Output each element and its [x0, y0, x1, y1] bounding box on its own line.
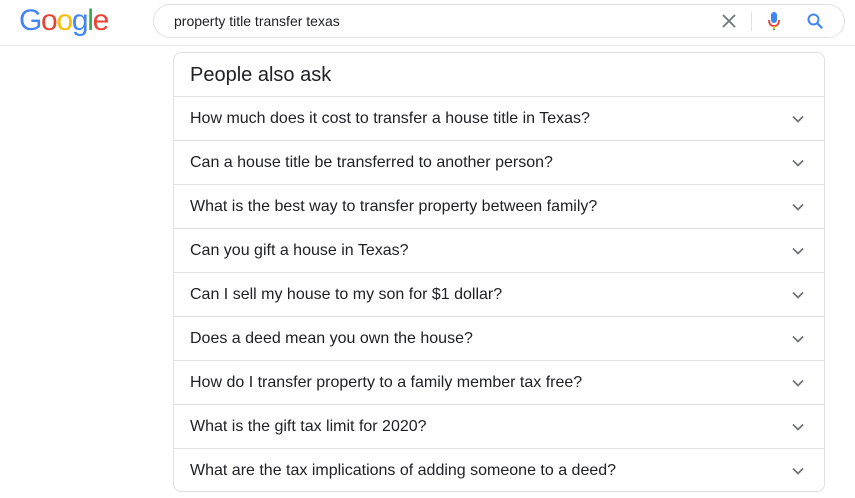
- chevron-down-icon: [792, 423, 804, 431]
- paa-question-text: Can I sell my house to my son for $1 dol…: [190, 285, 503, 303]
- paa-question-text: What are the tax implications of adding …: [190, 462, 617, 479]
- search-box: [153, 4, 845, 38]
- paa-question-item[interactable]: How do I transfer property to a family m…: [174, 361, 824, 405]
- clear-button[interactable]: [715, 5, 743, 37]
- search-submit-button[interactable]: [801, 5, 829, 37]
- paa-question-item[interactable]: Can a house title be transferred to anot…: [174, 141, 824, 185]
- logo-letter: G: [19, 4, 42, 37]
- chevron-down-icon: [792, 291, 804, 299]
- logo-letter: e: [92, 4, 110, 37]
- paa-question-text: How do I transfer property to a family m…: [190, 373, 583, 391]
- chevron-down-icon: [792, 335, 804, 343]
- paa-title: People also ask: [174, 53, 824, 97]
- logo-letter: o: [56, 4, 73, 37]
- paa-question-text: Can you gift a house in Texas?: [190, 241, 409, 259]
- google-logo[interactable]: Google: [19, 4, 110, 38]
- chevron-down-icon: [792, 379, 804, 387]
- paa-question-item[interactable]: What is the best way to transfer propert…: [174, 185, 824, 229]
- chevron-down-icon: [792, 467, 804, 475]
- chevron-down-icon: [792, 115, 804, 123]
- paa-question-text: How much does it cost to transfer a hous…: [190, 109, 590, 127]
- mic-icon: [768, 12, 780, 31]
- paa-question-text: Does a deed mean you own the house?: [190, 329, 473, 347]
- search-input[interactable]: [174, 5, 714, 37]
- chevron-down-icon: [792, 247, 804, 255]
- paa-question-item[interactable]: Does a deed mean you own the house?: [174, 317, 824, 361]
- paa-question-item[interactable]: How much does it cost to transfer a hous…: [174, 97, 824, 141]
- paa-question-text: What is the gift tax limit for 2020?: [190, 417, 427, 435]
- logo-letter: g: [71, 4, 89, 37]
- search-icon: [807, 13, 823, 29]
- people-also-ask-panel: People also ask How much does it cost to…: [173, 52, 825, 492]
- close-icon: [722, 14, 736, 28]
- paa-question-text: What is the best way to transfer propert…: [190, 197, 598, 215]
- paa-question-item[interactable]: Can I sell my house to my son for $1 dol…: [174, 273, 824, 317]
- voice-search-button[interactable]: [760, 5, 788, 37]
- paa-question-item[interactable]: What is the gift tax limit for 2020?: [174, 405, 824, 449]
- paa-question-text: Can a house title be transferred to anot…: [190, 153, 553, 171]
- paa-question-item[interactable]: Can you gift a house in Texas?: [174, 229, 824, 273]
- header: Google: [0, 0, 855, 46]
- logo-letter: o: [41, 4, 58, 37]
- chevron-down-icon: [792, 159, 804, 167]
- search-divider: [751, 12, 752, 31]
- paa-question-item[interactable]: What are the tax implications of adding …: [174, 449, 824, 491]
- chevron-down-icon: [792, 203, 804, 211]
